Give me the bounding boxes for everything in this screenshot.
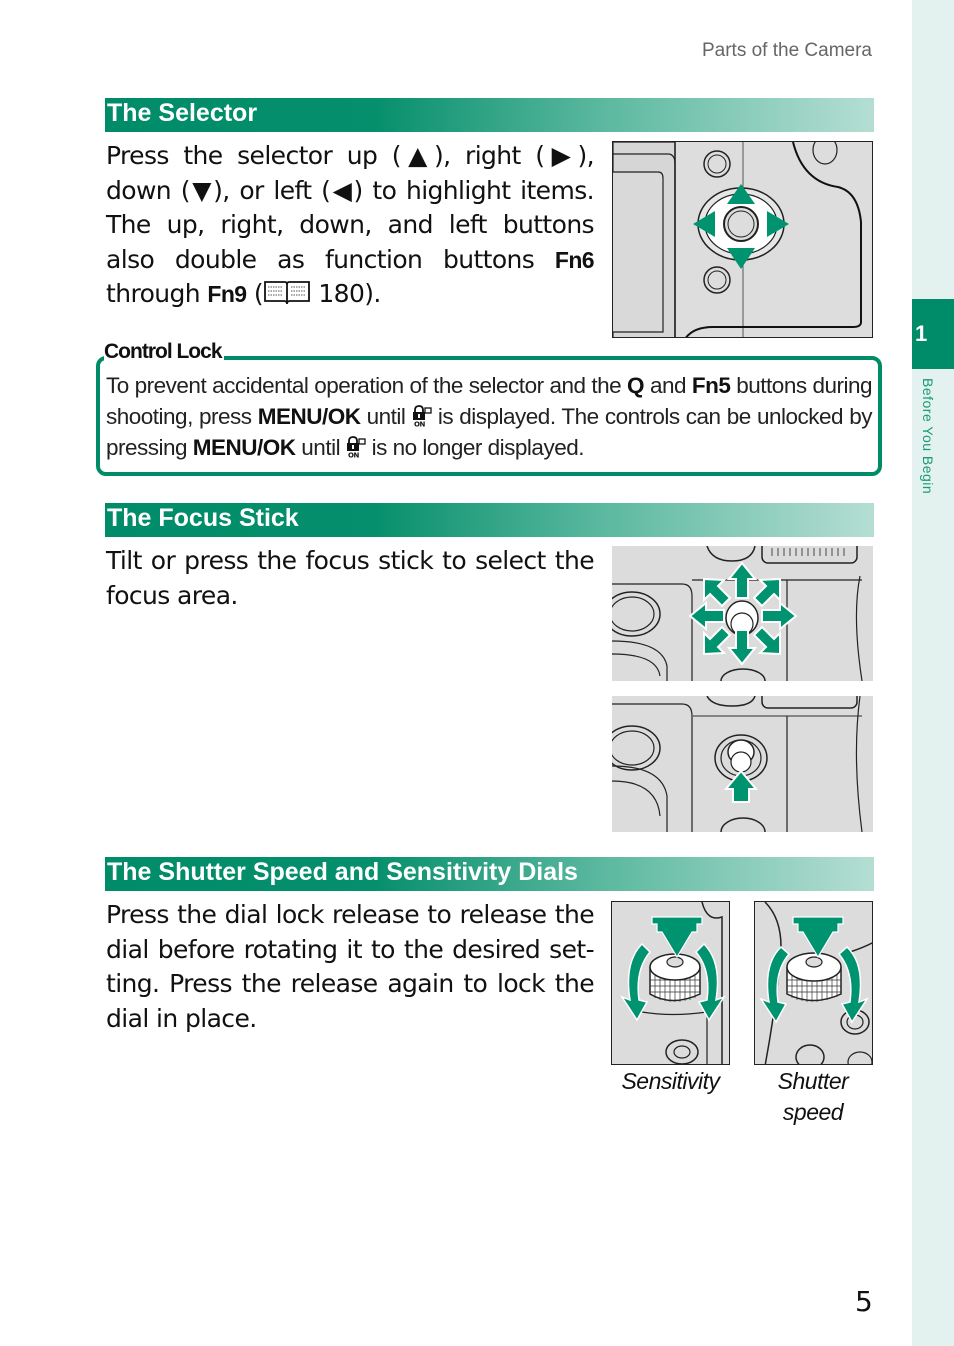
- note-text-span: To prevent accidental operation of the s…: [106, 373, 628, 398]
- fn5-key: Fn5: [691, 373, 731, 398]
- note-text-span: until: [295, 435, 346, 460]
- sensitivity-caption: Sensitivity: [621, 1068, 720, 1094]
- focus-stick-press-illustration: [612, 696, 873, 832]
- shutter-speed-caption: Shutter speed: [777, 1068, 849, 1125]
- control-lock-icon: ON: [412, 405, 432, 427]
- book-reference-icon: [264, 281, 310, 305]
- fn6-key: Fn6: [554, 246, 595, 273]
- fn9-key: Fn9: [207, 281, 247, 307]
- selector-illustration: [612, 141, 873, 338]
- note-text-span: and: [644, 373, 692, 398]
- focus-stick-body-text: Tilt or press the focus stick to select …: [106, 546, 595, 610]
- note-text-span: until: [360, 404, 412, 429]
- section-title-selector: The Selector: [105, 98, 874, 132]
- chapter-tab[interactable]: 1: [912, 299, 954, 369]
- page-number: 5: [855, 1285, 873, 1318]
- selector-body-text: Press the selector up (▲), right (▶), do…: [106, 139, 595, 312]
- svg-text:ON: ON: [414, 421, 425, 428]
- selector-text: ).: [364, 279, 381, 308]
- note-title: Control Lock: [104, 340, 224, 364]
- section-title-dials: The Shutter Speed and Sensitivity Dials: [105, 857, 874, 891]
- menu-ok-key: MENU/OK: [257, 404, 361, 429]
- selector-text: (: [246, 279, 264, 308]
- note-text-span: is no longer displayed.: [365, 435, 585, 460]
- svg-text:ON: ON: [348, 452, 359, 459]
- focus-stick-tilt-illustration: [612, 546, 873, 681]
- selector-text: through: [106, 279, 208, 308]
- chapter-number: 1: [915, 321, 928, 346]
- running-head: Parts of the Camera: [701, 40, 872, 61]
- control-lock-icon: ON: [346, 436, 366, 458]
- shutter-speed-dial-illustration: [754, 901, 873, 1065]
- section-title-focus-stick: The Focus Stick: [105, 503, 874, 537]
- q-key: Q: [627, 373, 645, 398]
- chapter-sidebar: [912, 0, 954, 1346]
- menu-ok-key: MENU/OK: [192, 435, 296, 460]
- chapter-label: Before You Begin: [920, 378, 936, 495]
- selector-text: Press the selector up (▲), right (▶), do…: [106, 141, 595, 274]
- dials-body-text: Press the dial lock release to release t…: [106, 900, 595, 1033]
- note-text: To prevent accidental operation of the s…: [106, 370, 873, 463]
- sensitivity-dial-illustration: [611, 901, 730, 1065]
- page-reference-link[interactable]: 180: [318, 279, 365, 308]
